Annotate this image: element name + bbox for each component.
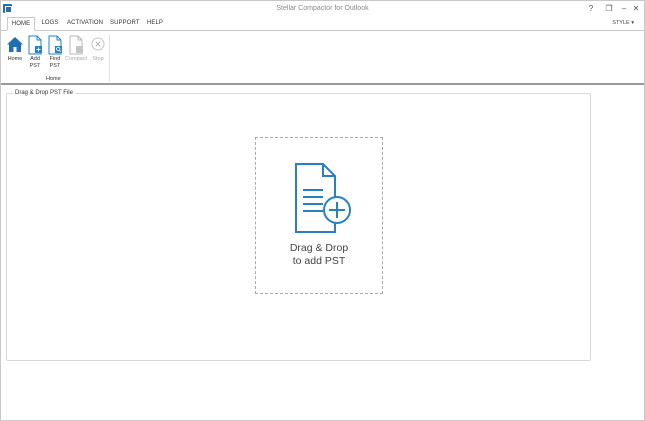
ribbon-panel: Home Add PST Find PST Compact Stop Home (1, 30, 644, 85)
drop-zone-text: Drag & Drop to add PST (256, 242, 382, 268)
tab-activation[interactable]: ACTIVATION (67, 17, 103, 31)
find-pst-label-line2: PST (49, 63, 61, 69)
add-pst-label-line1: Add (30, 56, 40, 62)
stop-icon (91, 37, 105, 51)
ribbon-tabs: HOME LOGS ACTIVATION SUPPORT HELP STYLE … (1, 17, 644, 31)
home-button-label: Home (7, 56, 23, 62)
home-button[interactable]: Home (5, 35, 25, 63)
drop-zone-line1: Drag & Drop (289, 242, 349, 254)
title-bar: Stellar Compactor for Outlook ? ❐ – ✕ (1, 1, 644, 17)
close-button[interactable]: ✕ (629, 3, 643, 14)
add-pst-button[interactable]: Add PST (25, 35, 45, 70)
help-button[interactable]: ? (584, 3, 598, 14)
window-title: Stellar Compactor for Outlook (276, 5, 369, 12)
tab-support[interactable]: SUPPORT (110, 17, 140, 31)
stop-button[interactable]: Stop (88, 35, 108, 63)
ribbon-group-label: Home (46, 76, 61, 82)
file-add-icon (295, 163, 351, 233)
app-window: Stellar Compactor for Outlook ? ❐ – ✕ HO… (0, 0, 645, 421)
add-pst-label-line2: PST (29, 63, 41, 69)
add-file-icon (28, 35, 42, 55)
stop-button-label: Stop (92, 56, 104, 62)
compact-button-label: Compact (65, 56, 88, 62)
ribbon-group-separator (109, 35, 110, 81)
tab-help[interactable]: HELP (145, 17, 165, 31)
restore-button[interactable]: ❐ (602, 3, 616, 14)
drop-zone-line2: to add PST (292, 255, 346, 267)
compact-icon (69, 35, 83, 55)
find-pst-button[interactable]: Find PST (45, 35, 65, 70)
compact-button[interactable]: Compact (65, 35, 87, 63)
find-file-icon (48, 35, 62, 55)
find-pst-label-line1: Find (49, 56, 61, 62)
drag-drop-panel: Drag & Drop PST File Drag & Drop to add … (6, 90, 591, 361)
style-dropdown[interactable]: STYLE ▾ (612, 20, 634, 26)
home-icon (7, 37, 23, 52)
tab-home[interactable]: HOME (7, 17, 35, 31)
panel-title: Drag & Drop PST File (13, 90, 75, 96)
drop-zone[interactable]: Drag & Drop to add PST (255, 137, 383, 294)
tab-logs[interactable]: LOGS (39, 17, 61, 31)
